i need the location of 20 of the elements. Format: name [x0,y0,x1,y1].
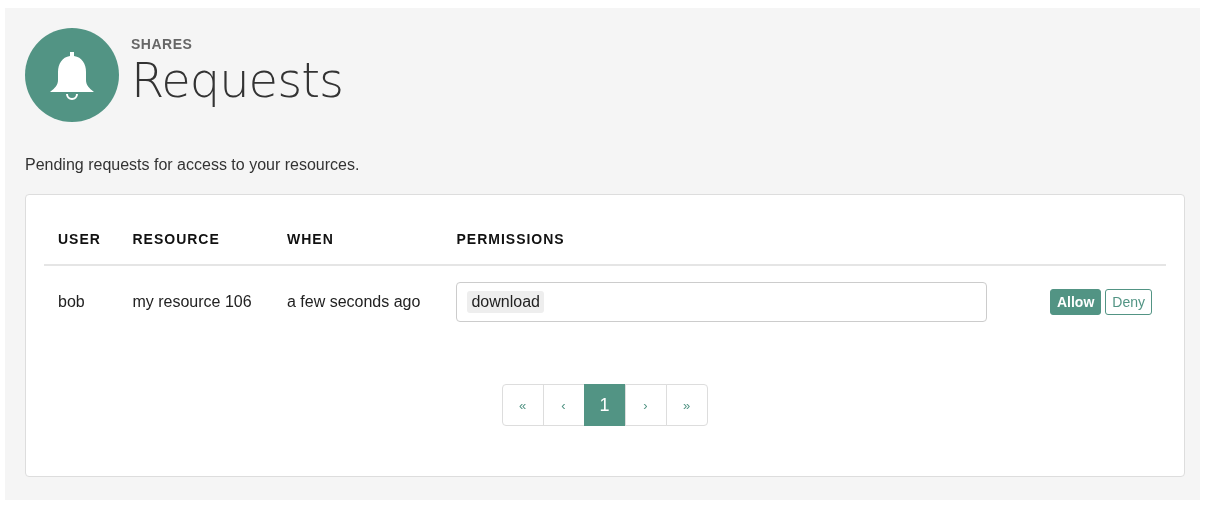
permission-tag: download [467,291,544,313]
action-button[interactable]: Allow [1049,289,1102,315]
page-link[interactable]: ‹ [542,384,585,426]
bell-icon [50,50,94,100]
table-cell: bob [44,265,119,338]
section-label: SHARES [131,36,194,52]
page-link[interactable]: « [501,384,544,426]
page-link[interactable]: 1 [583,384,626,426]
page-link[interactable]: › [624,384,667,426]
column-header: RESOURCE [118,223,273,265]
column-header: USER [44,223,119,265]
page-description: Pending requests for access to your resources. [25,156,360,174]
table-cell: a few seconds ago [273,265,443,338]
permissions-field[interactable]: download [456,282,988,322]
page-title: Requests [131,52,343,108]
action-button[interactable]: Deny [1105,289,1152,315]
table-cell: my resource 106 [118,265,273,338]
column-header: WHEN [273,223,443,265]
column-header: PERMISSIONS [442,223,1030,265]
page-link[interactable]: » [665,384,708,426]
